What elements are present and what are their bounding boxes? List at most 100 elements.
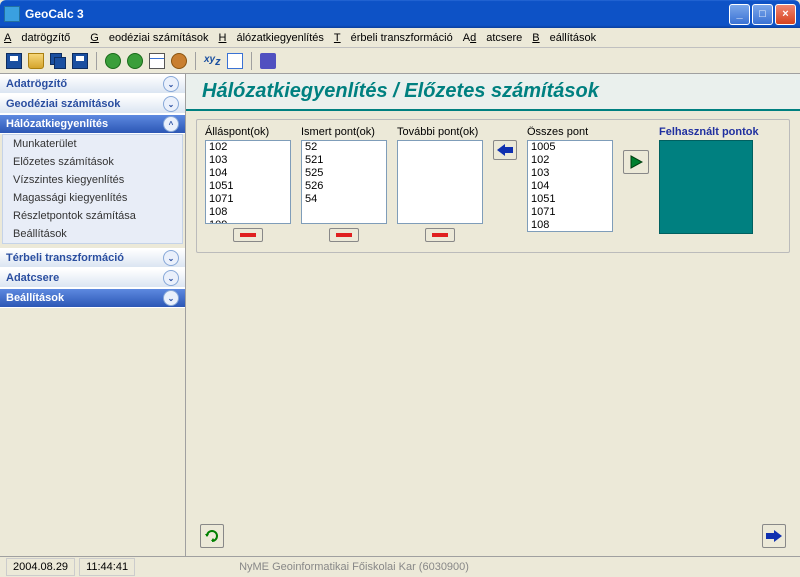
felhasznalt-label: Felhasznált pontok: [659, 126, 759, 138]
menu-halozat[interactable]: Hálózatkiegyenlítés: [219, 32, 324, 44]
sidebar-item[interactable]: Munkaterület: [3, 135, 182, 153]
list-item[interactable]: 526: [302, 180, 386, 193]
arrow-left-icon: [497, 144, 513, 156]
toolbar-separator: [195, 52, 196, 70]
title-bar: GeoCalc 3 _ □ ×: [0, 0, 800, 28]
window-title: GeoCalc 3: [25, 7, 729, 21]
disk-icon[interactable]: [72, 53, 88, 69]
close-button[interactable]: ×: [775, 4, 796, 25]
list-item[interactable]: 1071: [528, 206, 612, 219]
ismert-label: Ismert pont(ok): [301, 126, 387, 138]
toolbar-separator: [96, 52, 97, 70]
sidebar-label: Adatrögzítő: [6, 78, 67, 90]
list-item[interactable]: 525: [302, 167, 386, 180]
list-item[interactable]: 54: [302, 193, 386, 206]
sidebar-label: Térbeli transzformáció: [6, 252, 124, 264]
allas-label: Álláspont(ok): [205, 126, 291, 138]
menu-adatrogzito[interactable]: Adatrögzítő: [4, 32, 80, 44]
xyz-icon[interactable]: xyz: [204, 54, 221, 68]
sidebar-group-halozat[interactable]: Hálózatkiegyenlítés ^: [0, 114, 185, 134]
sidebar-item[interactable]: Előzetes számítások: [3, 153, 182, 171]
toolbar-separator: [251, 52, 252, 70]
osszes-listbox[interactable]: 100510210310410511071108109: [527, 140, 613, 232]
list-item[interactable]: 109: [206, 219, 290, 224]
felhasznalt-box: [659, 140, 753, 234]
sidebar-items: Munkaterület Előzetes számítások Vízszin…: [2, 134, 183, 244]
sidebar: Adatrögzítő ⌄ Geodéziai számítások ⌄ Hál…: [0, 74, 186, 556]
maximize-button[interactable]: □: [752, 4, 773, 25]
chevron-down-icon: ⌄: [163, 270, 179, 286]
save-icon[interactable]: [6, 53, 22, 69]
status-bar: 2004.08.29 11:44:41 NyME Geoinformatikai…: [0, 556, 800, 577]
ismert-listbox[interactable]: 5252152552654: [301, 140, 387, 224]
remove-allas-button[interactable]: [233, 228, 263, 242]
list-item[interactable]: 1005: [528, 141, 612, 154]
next-button[interactable]: [762, 524, 786, 548]
remove-tovabbi-button[interactable]: [425, 228, 455, 242]
sidebar-group-adatrogzito[interactable]: Adatrögzítő ⌄: [0, 74, 185, 94]
list-item[interactable]: 521: [302, 154, 386, 167]
list-item[interactable]: 52: [302, 141, 386, 154]
move-left-button[interactable]: [493, 140, 517, 160]
menu-beallitasok[interactable]: Beállítások: [532, 32, 596, 44]
menu-geodeziai[interactable]: Geodéziai számítások: [90, 32, 208, 44]
page-title: Hálózatkiegyenlítés / Előzetes számításo…: [186, 74, 800, 111]
globe-brown-icon[interactable]: [171, 53, 187, 69]
sidebar-label: Geodéziai számítások: [6, 98, 120, 110]
minimize-button[interactable]: _: [729, 4, 750, 25]
sidebar-item[interactable]: Vízszintes kiegyenlítés: [3, 171, 182, 189]
sidebar-group-geodeziai[interactable]: Geodéziai számítások ⌄: [0, 94, 185, 114]
main-area: Hálózatkiegyenlítés / Előzetes számításo…: [186, 74, 800, 556]
menu-terbeli[interactable]: Térbeli transzformáció: [334, 32, 453, 44]
help-icon[interactable]: [260, 53, 276, 69]
globe-green-icon[interactable]: [105, 53, 121, 69]
sidebar-label: Beállítások: [6, 292, 64, 304]
play-icon: [629, 155, 643, 169]
globe-green2-icon[interactable]: [127, 53, 143, 69]
tovabbi-listbox[interactable]: [397, 140, 483, 224]
menu-bar: Adatrögzítő Geodéziai számítások Hálózat…: [0, 28, 800, 48]
sidebar-label: Hálózatkiegyenlítés: [6, 118, 108, 130]
allas-listbox[interactable]: 10210310410511071108109110: [205, 140, 291, 224]
status-date: 2004.08.29: [6, 558, 75, 576]
sidebar-item[interactable]: Beállítások: [3, 225, 182, 243]
list-item[interactable]: 108: [528, 219, 612, 232]
points-panel: Álláspont(ok) 10210310410511071108109110…: [196, 119, 790, 253]
sidebar-item[interactable]: Részletpontok számítása: [3, 207, 182, 225]
app-icon: [4, 6, 20, 22]
list-item[interactable]: 1051: [528, 193, 612, 206]
chevron-down-icon: ⌄: [163, 250, 179, 266]
list-item[interactable]: 1051: [206, 180, 290, 193]
list-item[interactable]: 102: [528, 154, 612, 167]
sidebar-group-adatcsere[interactable]: Adatcsere ⌄: [0, 268, 185, 288]
status-footer: NyME Geoinformatikai Főiskolai Kar (6030…: [139, 561, 794, 573]
sidebar-label: Adatcsere: [6, 272, 59, 284]
chevron-down-icon: ⌄: [163, 290, 179, 306]
list-item[interactable]: 1071: [206, 193, 290, 206]
list-item[interactable]: 103: [528, 167, 612, 180]
remove-ismert-button[interactable]: [329, 228, 359, 242]
list-item[interactable]: 104: [206, 167, 290, 180]
status-time: 11:44:41: [79, 558, 135, 576]
list-item[interactable]: 104: [528, 180, 612, 193]
chevron-down-icon: ⌄: [163, 96, 179, 112]
tovabbi-label: További pont(ok): [397, 126, 483, 138]
sidebar-group-terbeli[interactable]: Térbeli transzformáció ⌄: [0, 248, 185, 268]
doc-icon[interactable]: [227, 53, 243, 69]
run-button[interactable]: [623, 150, 649, 174]
open-icon[interactable]: [28, 53, 44, 69]
refresh-button[interactable]: [200, 524, 224, 548]
menu-adatcsere[interactable]: Adatcsere: [463, 32, 523, 44]
toolbar: xyz: [0, 48, 800, 74]
osszes-label: Összes pont: [527, 126, 613, 138]
arrow-right-icon: [766, 530, 782, 542]
list-item[interactable]: 108: [206, 206, 290, 219]
chevron-down-icon: ⌄: [163, 76, 179, 92]
list-item[interactable]: 102: [206, 141, 290, 154]
list-item[interactable]: 103: [206, 154, 290, 167]
sidebar-item[interactable]: Magassági kiegyenlítés: [3, 189, 182, 207]
grid-icon[interactable]: [149, 53, 165, 69]
save-multi-icon[interactable]: [50, 53, 66, 69]
chevron-up-icon: ^: [163, 116, 179, 132]
sidebar-group-beallitasok[interactable]: Beállítások ⌄: [0, 288, 185, 308]
